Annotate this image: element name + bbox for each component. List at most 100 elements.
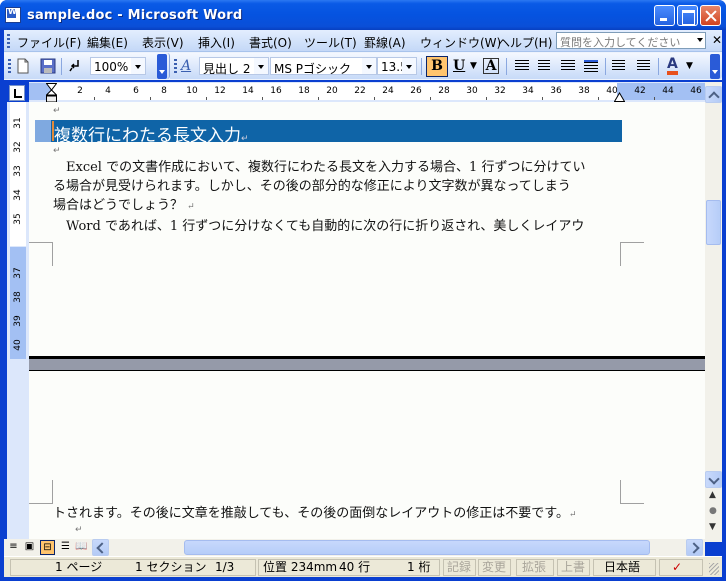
- character-border-button[interactable]: A: [483, 58, 499, 74]
- status-language[interactable]: 日本語: [593, 559, 656, 576]
- horizontal-scrollbar[interactable]: ≡ ▣ ⊟ ☰ 📖: [4, 539, 705, 556]
- chevron-down-icon[interactable]: [131, 58, 145, 74]
- font-size-combo[interactable]: 13.5: [377, 57, 417, 75]
- body-line: Word であれば、1 行ずつに分けなくても自動的に次の行に折り返され、美しくレ…: [53, 219, 585, 234]
- distributed-icon[interactable]: [584, 60, 598, 72]
- body-line-text: 場合はどうでしょう？: [53, 198, 184, 213]
- chevron-down-icon[interactable]: [697, 38, 703, 42]
- ruler-tick-mark: [262, 97, 263, 100]
- body-paragraph-1[interactable]: Excel での文書作成において、複数行にわたる長文を入力する場合、1 行ずつに…: [53, 158, 585, 236]
- maximize-button[interactable]: [677, 5, 698, 26]
- outline-view-icon[interactable]: ☰: [58, 540, 73, 555]
- toolbar-separator: [658, 58, 659, 75]
- status-rec-button[interactable]: 記録: [443, 559, 476, 576]
- body-line: Excel での文書作成において、複数行にわたる長文を入力する場合、1 行ずつに…: [53, 160, 586, 175]
- status-trk-button[interactable]: 変更: [478, 559, 511, 576]
- toolbar-options-icon[interactable]: [710, 54, 720, 79]
- status-page: 1 ページ: [55, 560, 103, 574]
- chevron-down-icon[interactable]: [254, 58, 268, 74]
- status-ext-button[interactable]: 拡張: [516, 559, 554, 576]
- horizontal-ruler[interactable]: 2 4 6 8 10 12 14 16 18 20 22 24 26 28 30 32 34 36 38 40 42 44…: [29, 82, 705, 102]
- status-trk: 変更: [482, 560, 507, 574]
- paragraph-mark: ↵: [53, 106, 61, 116]
- minimize-button[interactable]: [654, 5, 675, 26]
- tab-selector-button[interactable]: [9, 85, 25, 101]
- horizontal-scroll-thumb[interactable]: [184, 540, 650, 555]
- justify-icon[interactable]: [515, 60, 529, 72]
- new-document-icon[interactable]: [15, 58, 31, 74]
- body-paragraph-2-continued[interactable]: トされます。その後に文章を推敲しても、その後の面倒なレイアウトの修正は不要です。…: [53, 504, 577, 525]
- status-ovr-button[interactable]: 上書: [557, 559, 590, 576]
- scroll-up-button[interactable]: [705, 86, 722, 103]
- zoom-combo[interactable]: 100%: [90, 57, 146, 75]
- menu-view[interactable]: 表示(V): [142, 34, 184, 51]
- status-ext: 拡張: [522, 560, 547, 574]
- normal-view-icon[interactable]: ≡: [6, 540, 21, 555]
- help-question-input[interactable]: 質問を入力してください: [556, 32, 706, 49]
- toolbar-options-icon[interactable]: [157, 54, 167, 79]
- save-icon[interactable]: [40, 58, 56, 74]
- menu-file[interactable]: ファイル(F): [17, 34, 81, 51]
- menu-insert[interactable]: 挿入(I): [198, 34, 235, 51]
- heading-2[interactable]: 複数行にわたる長文入力↵: [35, 120, 622, 146]
- select-browse-object-icon[interactable]: ●: [709, 506, 717, 516]
- ruler-tick-label: 26: [410, 86, 422, 96]
- styles-formatting-icon[interactable]: A: [181, 57, 191, 75]
- next-page-icon[interactable]: ▼: [709, 522, 716, 532]
- scroll-right-button[interactable]: [686, 539, 703, 556]
- body-line: る場合が見受けられます。しかし、その後の部分的な修正により文字数が異なってしまう: [53, 179, 571, 194]
- vertical-scrollbar[interactable]: ▲ ● ▼: [705, 82, 722, 542]
- underline-button[interactable]: U: [453, 57, 465, 75]
- menubar-grip-icon[interactable]: [7, 34, 10, 48]
- menu-tools[interactable]: ツール(T): [304, 34, 357, 51]
- print-layout-view-icon[interactable]: ⊟: [40, 540, 55, 555]
- scroll-down-button[interactable]: [705, 471, 722, 488]
- ruler-tick-label: 40: [13, 339, 23, 351]
- vertical-ruler[interactable]: 31 32 33 34 35 37 38 39 40: [7, 102, 29, 542]
- show-formatting-icon[interactable]: [67, 58, 83, 74]
- menu-help[interactable]: ヘルプ(H): [498, 34, 552, 51]
- ruler-tick-label: 30: [466, 86, 478, 96]
- bold-button[interactable]: B: [426, 56, 448, 77]
- font-value: MS Pゴシック: [274, 62, 352, 76]
- underline-dropdown-icon[interactable]: ▼: [470, 57, 477, 75]
- reading-layout-view-icon[interactable]: 📖: [74, 540, 89, 555]
- web-layout-view-icon[interactable]: ▣: [22, 540, 37, 555]
- toolbar-grip-icon[interactable]: [174, 59, 177, 73]
- title-bar[interactable]: W sample.doc - Microsoft Word: [0, 0, 726, 30]
- close-document-icon[interactable]: ✕: [712, 33, 722, 47]
- ruler-tick-label: 18: [298, 86, 310, 96]
- scroll-left-button[interactable]: [92, 539, 109, 556]
- resize-grip-icon[interactable]: [709, 563, 719, 575]
- paragraph-mark: ↵: [568, 510, 577, 520]
- spelling-status-icon[interactable]: ✓: [659, 559, 703, 576]
- vertical-scroll-thumb[interactable]: [706, 200, 721, 245]
- align-center-icon[interactable]: [538, 60, 550, 72]
- toolbar-grip-icon[interactable]: [8, 59, 11, 73]
- document-area[interactable]: ↵ 複数行にわたる長文入力↵ ↵ Excel での文書作成において、複数行にわた…: [29, 102, 705, 539]
- menu-table[interactable]: 罫線(A): [364, 34, 406, 51]
- crop-mark: [620, 480, 644, 504]
- style-value: 見出し 2: [203, 62, 251, 76]
- font-color-dropdown-icon[interactable]: ▼: [686, 57, 693, 75]
- bullets-icon[interactable]: [637, 60, 650, 72]
- ruler-tick-label: 38: [13, 291, 23, 303]
- menu-edit[interactable]: 編集(E): [87, 34, 128, 51]
- right-indent-marker-icon[interactable]: [614, 92, 625, 102]
- align-right-icon[interactable]: [561, 60, 575, 72]
- formatting-toolbar: A 見出し 2 MS Pゴシック 13.5 B U ▼ A A ▼: [170, 53, 722, 79]
- indent-marker-icon[interactable]: [46, 83, 57, 103]
- menu-format[interactable]: 書式(O): [249, 34, 292, 51]
- menu-window[interactable]: ウィンドウ(W): [420, 34, 501, 51]
- chevron-down-icon[interactable]: [362, 58, 376, 74]
- ruler-tick-mark: [430, 97, 431, 100]
- numbering-icon[interactable]: [612, 60, 625, 72]
- standard-toolbar: 100%: [4, 53, 170, 79]
- chevron-down-icon[interactable]: [402, 58, 416, 74]
- font-color-button[interactable]: A: [667, 57, 678, 75]
- style-combo[interactable]: 見出し 2: [199, 57, 269, 76]
- font-combo[interactable]: MS Pゴシック: [270, 57, 377, 76]
- close-button[interactable]: [700, 5, 721, 26]
- word-doc-icon[interactable]: W: [5, 7, 21, 23]
- previous-page-icon[interactable]: ▲: [709, 490, 716, 500]
